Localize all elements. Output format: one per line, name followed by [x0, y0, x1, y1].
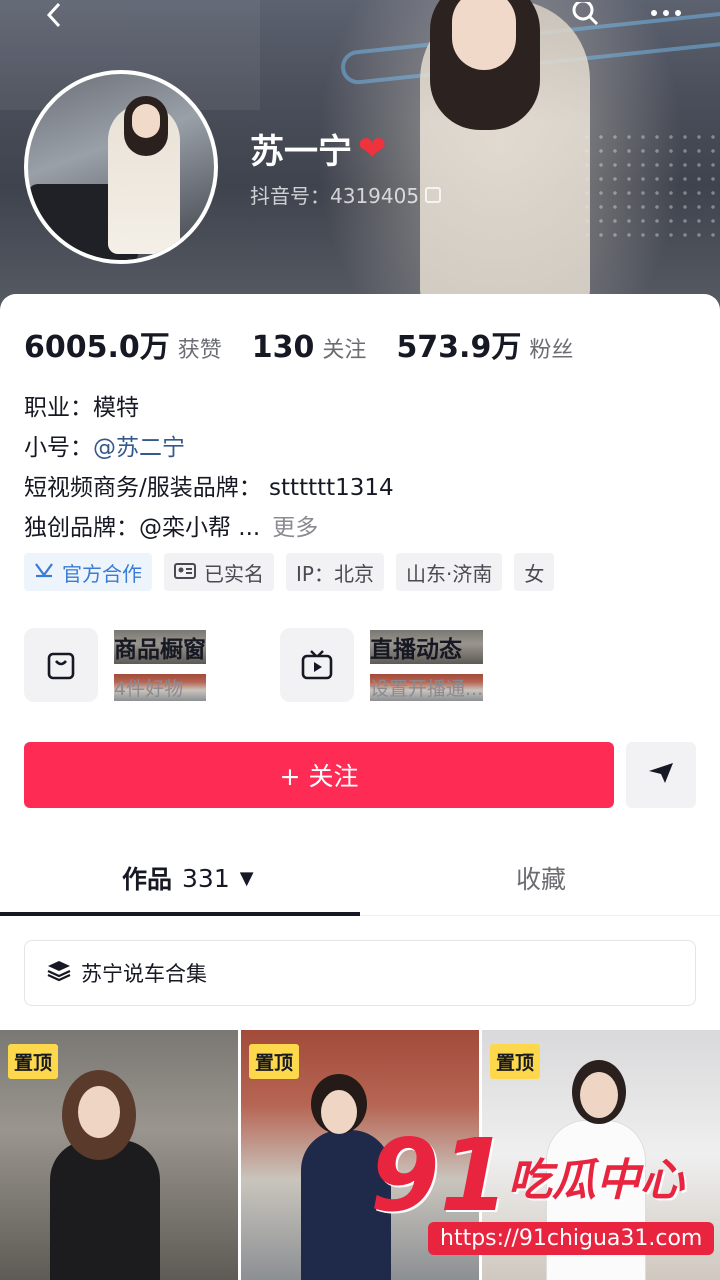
thumb-person-face [321, 1090, 357, 1134]
tab-works-label: 作品 [122, 865, 173, 894]
stat-likes-label: 获赞 [177, 338, 222, 363]
tab-favorites[interactable]: 收藏 [516, 860, 566, 896]
tag-verified[interactable]: 已实名 [164, 553, 274, 591]
tag-verified-label: 已实名 [204, 561, 264, 586]
send-message-button[interactable] [626, 742, 696, 808]
live-updates[interactable]: 直播动态 设置开播通... [280, 628, 484, 702]
caret-down-icon[interactable]: ▼ [240, 868, 254, 889]
shopping-bag-icon [24, 628, 98, 702]
pinned-badge: 置顶 [8, 1044, 59, 1079]
bio-occupation: 职业：模特 [24, 395, 139, 421]
douyin-id-text: 抖音号：4319405 [250, 184, 420, 208]
id-card-icon [174, 560, 196, 584]
tag-location: 山东·济南 [395, 553, 503, 591]
bio-brand: 独创品牌：@栾小帮 ... [24, 515, 261, 541]
bio-more-link[interactable]: 更多 [272, 515, 318, 541]
copy-icon[interactable] [425, 186, 442, 203]
stat-followers[interactable]: 573.9万 粉丝 [396, 322, 573, 366]
bio-alt-account: 小号：@苏二宁 [24, 428, 185, 462]
tag-ip: IP：北京 [286, 553, 384, 591]
tv-icon [280, 628, 354, 702]
tab-works[interactable]: 作品 331 ▼ [122, 860, 254, 896]
thumb-person-face [78, 1086, 120, 1138]
video-thumbnail[interactable]: 置顶 [0, 1030, 238, 1280]
tab-works-count: 331 [182, 863, 230, 893]
tag-official[interactable]: 官方合作 [24, 553, 152, 591]
avatar[interactable] [24, 70, 218, 264]
nickname: 苏一宁 ❤ [250, 124, 387, 173]
stat-following-label: 关注 [322, 338, 367, 363]
douyin-id[interactable]: 抖音号：4319405 [250, 180, 442, 209]
live-updates-title: 直播动态 [370, 629, 484, 664]
bio-alt-prefix: 小号： [24, 435, 93, 461]
heart-icon: ❤ [358, 128, 387, 169]
active-tab-indicator [0, 912, 360, 916]
product-showcase-subtitle: 4件好物 [114, 673, 206, 701]
thumb-person-face [580, 1072, 618, 1118]
search-icon[interactable] [566, 0, 606, 30]
more-icon[interactable] [646, 0, 686, 30]
send-icon [647, 761, 675, 789]
live-updates-subtitle: 设置开播通... [370, 673, 484, 701]
product-showcase-title: 商品橱窗 [114, 629, 206, 664]
profile-tags: 官方合作 已实名 IP：北京 山东·济南 女 [24, 553, 555, 591]
stats-bar: 6005.0万 获赞 130 关注 573.9万 粉丝 [24, 322, 573, 366]
product-showcase[interactable]: 商品橱窗 4件好物 [24, 628, 206, 702]
nickname-text: 苏一宁 [250, 132, 352, 172]
follow-button[interactable]: + 关注 [24, 742, 614, 808]
watermark: 91 吃瓜中心 https://91chigua31.com [370, 1117, 715, 1276]
cover-person-face [452, 0, 516, 70]
collection-label: 苏宁说车合集 [81, 962, 207, 986]
tag-gender: 女 [514, 553, 555, 591]
avatar-face [132, 104, 160, 138]
stat-likes-value: 6005.0万 [24, 330, 170, 365]
content-tabs: 作品 331 ▼ 收藏 [0, 846, 720, 916]
watermark-number: 91 [370, 1117, 510, 1234]
stat-following[interactable]: 130 关注 [252, 330, 367, 365]
collection-entry[interactable]: 苏宁说车合集 [24, 940, 696, 1006]
official-cooperation-icon [34, 560, 54, 584]
watermark-url: https://91chigua31.com [428, 1222, 715, 1255]
stat-following-value: 130 [251, 330, 315, 365]
layers-icon [47, 960, 71, 987]
stat-followers-label: 粉丝 [529, 338, 574, 363]
pinned-badge: 置顶 [490, 1044, 541, 1079]
bio-business: 短视频商务/服装品牌： stttttt1314 [24, 475, 394, 501]
stat-followers-value: 573.9万 [396, 330, 522, 365]
cover-lights [580, 130, 720, 240]
stat-likes[interactable]: 6005.0万 获赞 [24, 322, 222, 366]
alt-account-link[interactable]: @苏二宁 [93, 435, 185, 461]
thumb-person [50, 1140, 160, 1280]
back-icon[interactable] [34, 0, 74, 30]
pinned-badge: 置顶 [249, 1044, 300, 1079]
watermark-text: 吃瓜中心 [508, 1155, 684, 1206]
bio-brand-line: 独创品牌：@栾小帮 ... 更多 [24, 508, 318, 542]
tag-official-label: 官方合作 [62, 561, 142, 586]
